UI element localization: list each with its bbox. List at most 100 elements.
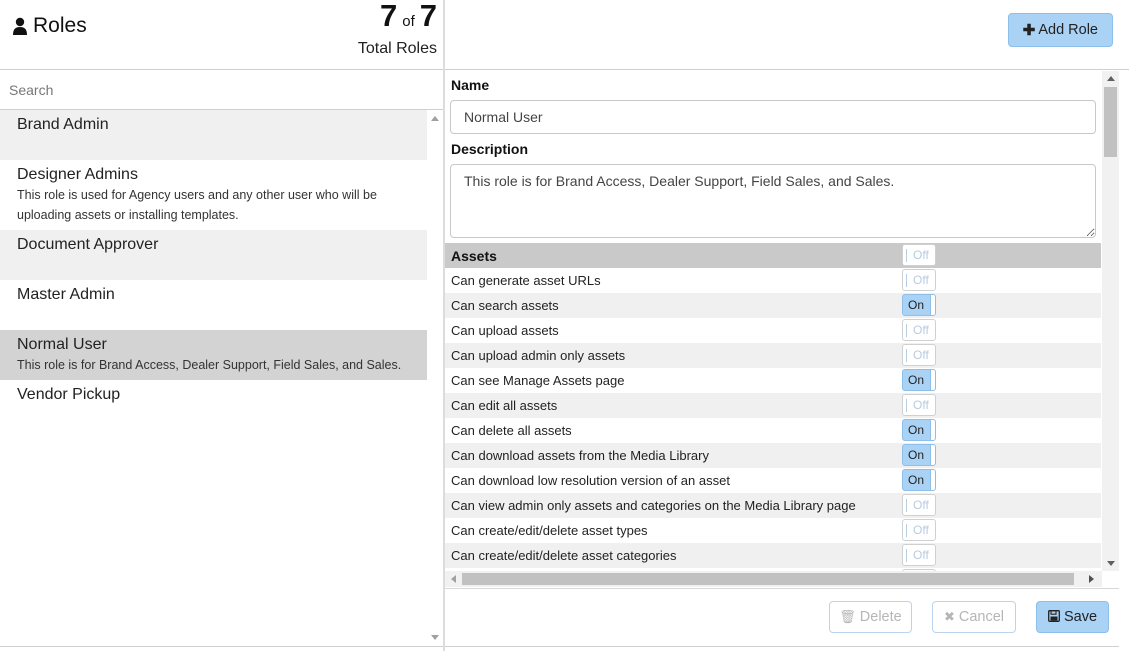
permission-toggle[interactable]: Off [902,344,936,366]
permission-toggle[interactable]: Off [902,519,936,541]
toggle-notch [906,399,907,412]
permissions-table: Assets Off Can generate asset URLs Off C… [445,243,1101,571]
role-item-designer-admins[interactable]: Designer Admins This role is used for Ag… [0,160,427,230]
section-toggle[interactable]: Off [902,244,936,266]
toggle-state: Off [913,348,929,362]
permission-toggle[interactable]: Off [902,269,936,291]
roles-header: Roles 7 of 7 Total Roles [0,0,443,70]
description-label: Description [451,141,529,157]
permission-toggle[interactable]: On [902,469,936,491]
permission-row: Can upload assets Off [445,318,1101,343]
role-name: Brand Admin [17,116,109,133]
toggle-state: On [908,473,925,487]
permission-toggle[interactable]: On [902,294,936,316]
scroll-thumb[interactable] [462,573,1074,585]
toggle-notch [906,524,907,537]
close-icon: ✖ [943,609,955,624]
add-role-label: Add Role [1038,22,1098,38]
role-name: Normal User [17,336,107,353]
scroll-up-icon[interactable] [431,116,439,121]
permission-section-header: Assets Off [445,243,1101,268]
divider [445,646,1119,647]
scroll-down-icon[interactable] [1107,561,1115,566]
add-role-button[interactable]: ✚ Add Role [1007,13,1113,47]
toggle-notch [906,324,907,337]
toggle-notch [906,349,907,362]
scroll-thumb[interactable] [1104,87,1117,157]
role-item-document-approver[interactable]: Document Approver [0,230,427,280]
permission-row: Can edit all assets Off [445,393,1101,418]
cancel-button[interactable]: ✖ Cancel [932,601,1016,633]
description-field[interactable]: This role is for Brand Access, Dealer Su… [450,164,1096,238]
user-icon [12,17,28,36]
toggle-state: Off [913,273,929,287]
toggle-state: On [908,423,925,437]
role-description: This role is for Brand Access, Dealer Su… [17,358,402,372]
detail-header: ✚ Add Role [445,0,1129,70]
form-vertical-scrollbar[interactable] [1102,71,1119,571]
save-label: Save [1063,609,1098,625]
toggle-state: On [908,298,925,312]
permission-toggle[interactable]: Off [902,394,936,416]
scroll-down-icon[interactable] [431,635,439,640]
toggle-state: Off [913,248,929,262]
scroll-up-icon[interactable] [1107,76,1115,81]
toggle-notch [906,499,907,512]
toggle-knob [930,470,935,490]
permission-row: Can download assets from the Media Libra… [445,443,1101,468]
toggle-knob [930,295,935,315]
permission-row: Can delete all assets On [445,418,1101,443]
scroll-left-icon[interactable] [451,575,456,583]
permission-label: Can upload admin only assets [451,348,626,363]
permission-label: Can create/edit/delete asset types [451,523,648,538]
toggle-state: Off [913,498,929,512]
count-of: of [402,13,415,30]
permission-label: Can view admin only assets and categorie… [451,498,856,513]
save-button[interactable]: Save [1036,601,1109,633]
permission-label: Can generate asset URLs [451,273,601,288]
permission-toggle[interactable]: Off [902,494,936,516]
permission-row: Can view admin only assets and categorie… [445,493,1101,518]
permission-row: Can generate asset URLs Off [445,268,1101,293]
name-label: Name [451,77,490,93]
toggle-state: On [908,448,925,462]
scroll-right-icon[interactable] [1089,575,1094,583]
toggle-notch [906,549,907,562]
divider [445,588,1119,589]
search-input[interactable] [0,70,443,109]
permission-row: Can download low resolution version of a… [445,468,1101,493]
toggle-state: Off [913,523,929,537]
search-box [0,70,443,110]
role-name: Vendor Pickup [17,386,121,403]
role-item-brand-admin[interactable]: Brand Admin [0,110,427,160]
permission-toggle[interactable]: On [902,444,936,466]
toggle-knob [930,370,935,390]
page-title-text: Roles [33,14,87,37]
cancel-label: Cancel [958,609,1005,625]
permission-toggle[interactable]: On [902,369,936,391]
permission-label: Can download low resolution version of a… [451,473,730,488]
permission-label: Can download assets from the Media Libra… [451,448,709,463]
role-description: This role is used for Agency users and a… [17,188,377,222]
count-label: Total Roles [357,40,437,57]
permission-label: Can create/edit/delete asset categories [451,548,677,563]
toggle-state: Off [913,548,929,562]
count-total: 7 [419,0,437,33]
role-item-vendor-pickup[interactable]: Vendor Pickup [0,380,427,430]
name-field[interactable] [450,100,1096,134]
role-name: Master Admin [17,286,115,303]
permission-label: Can edit all assets [451,398,558,413]
permission-row: Can search assets On [445,293,1101,318]
role-list-scrollbar[interactable] [427,110,443,646]
delete-button[interactable]: 🗑 Delete [829,601,912,633]
toggle-notch [906,274,907,287]
role-item-normal-user[interactable]: Normal User This role is for Brand Acces… [0,330,427,380]
permission-toggle[interactable]: Off [902,319,936,341]
permission-toggle[interactable]: On [902,419,936,441]
permission-toggle[interactable]: Off [902,544,936,566]
toggle-knob [930,445,935,465]
divider [0,646,443,647]
role-item-master-admin[interactable]: Master Admin [0,280,427,330]
form-horizontal-scrollbar[interactable] [445,571,1102,587]
permission-row: Can create/edit/delete asset types Off [445,518,1101,543]
